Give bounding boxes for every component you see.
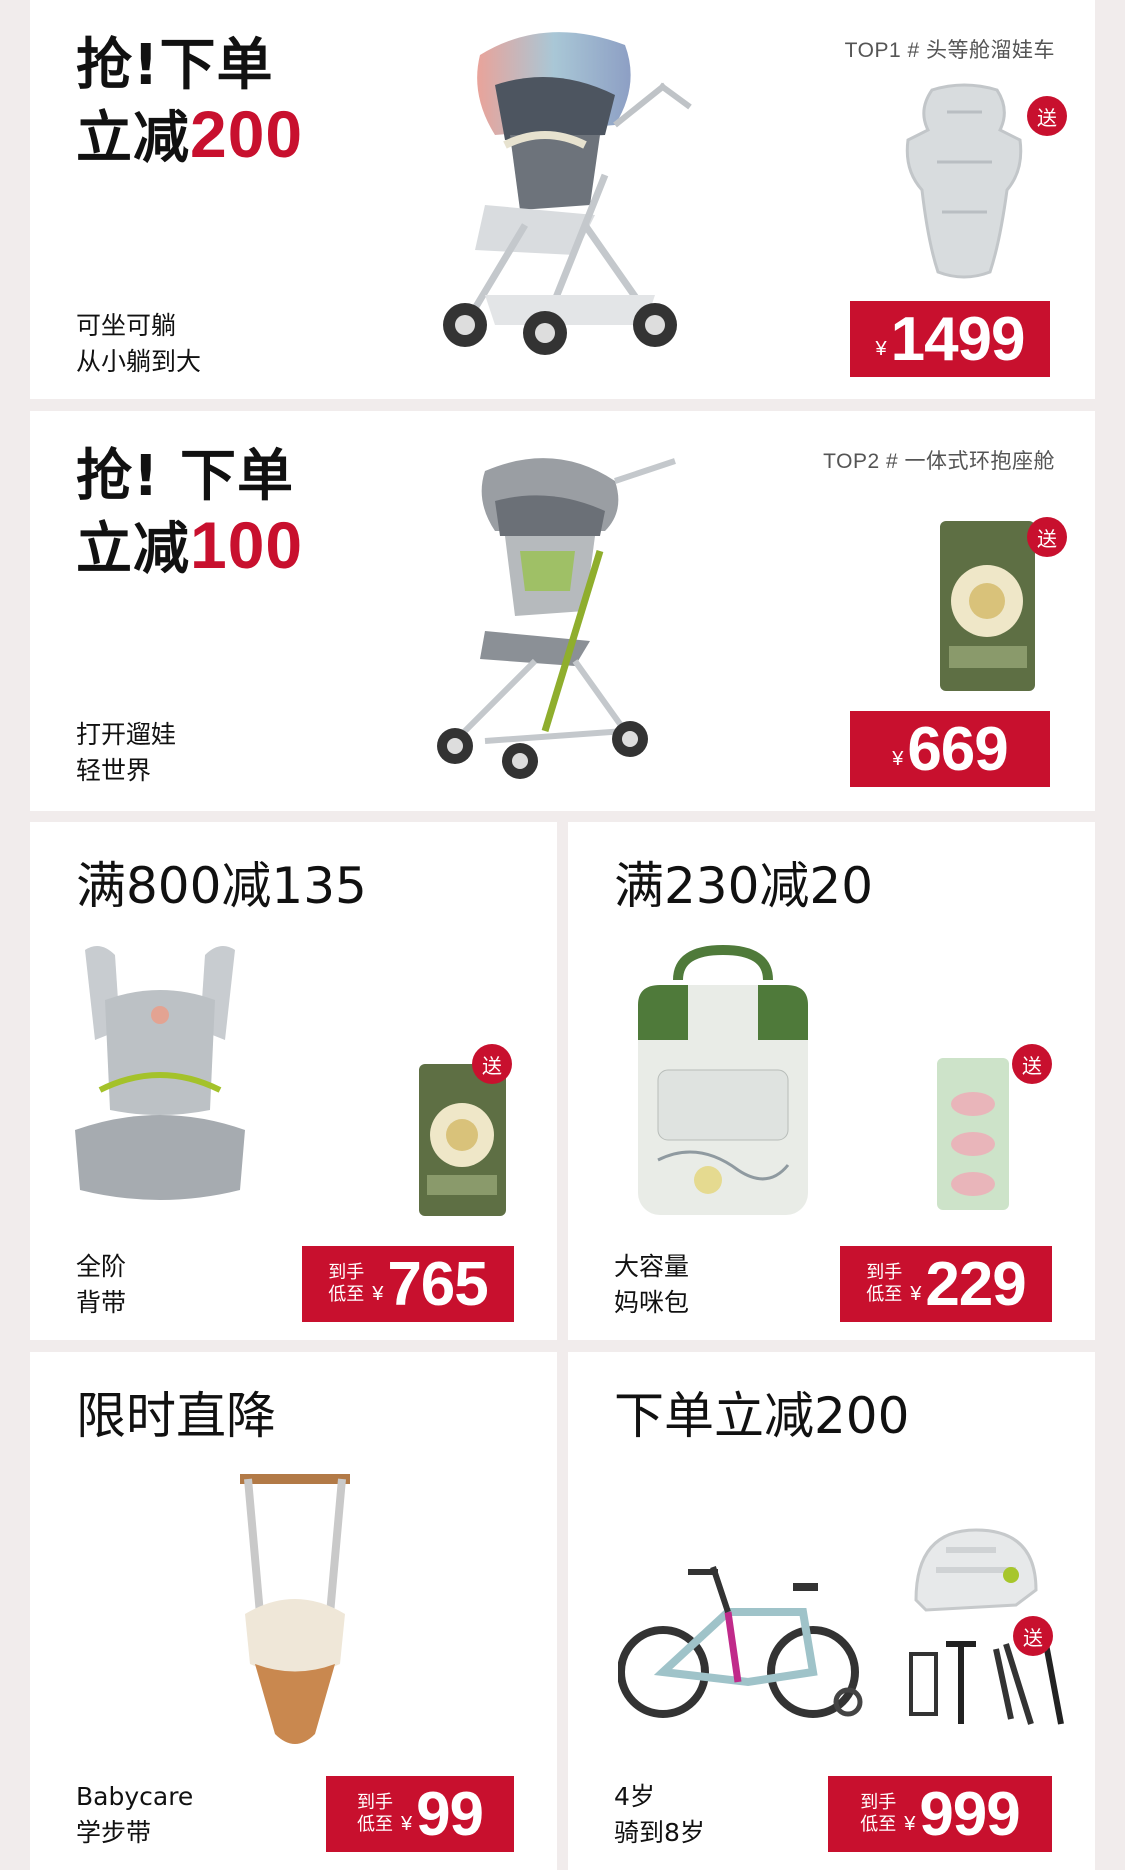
currency-symbol: ¥ bbox=[372, 1282, 384, 1305]
currency-symbol: ¥ bbox=[400, 1812, 413, 1835]
promo-card-stroller-top2[interactable]: 抢! 下单 立减100 TOP2 # 一体式环抱座舱 打开遛娃 轻世界 送 ¥ … bbox=[30, 411, 1095, 811]
desc-line1: 4岁 bbox=[614, 1782, 655, 1811]
desc-line1: Babycare bbox=[76, 1782, 194, 1811]
seat-liner-image bbox=[905, 83, 1023, 279]
price-tag[interactable]: 到手 低至 ¥ 229 bbox=[840, 1246, 1052, 1322]
price-tag[interactable]: 到手 低至 ¥ 999 bbox=[828, 1776, 1052, 1852]
price-prefix-line2: 低至 bbox=[860, 1814, 897, 1835]
rank-tag: TOP2 # 一体式环抱座舱 bbox=[823, 450, 1055, 473]
card-title: 满800减135 bbox=[76, 857, 367, 915]
card-description: 打开遛娃 轻世界 bbox=[76, 717, 176, 789]
desc-line2: 妈咪包 bbox=[614, 1288, 690, 1317]
price-prefix: 到手 低至 bbox=[357, 1792, 393, 1836]
price-prefix: 到手 低至 bbox=[328, 1262, 364, 1306]
card-title: 限时直降 bbox=[76, 1387, 276, 1445]
promo-card-kids-bike[interactable]: 下单立减200 送 4岁 骑到8岁 到手 低至 ¥ 999 bbox=[568, 1352, 1095, 1870]
headline-line2: 立减200 bbox=[76, 100, 303, 173]
card-headline: 抢!下单 立减200 bbox=[76, 32, 303, 173]
headline-discount: 100 bbox=[190, 508, 304, 582]
helmet-image bbox=[914, 1528, 1038, 1612]
card-description: 可坐可躺 从小躺到大 bbox=[76, 308, 201, 380]
price-prefix: 到手 低至 bbox=[860, 1792, 896, 1836]
price-prefix-line1: 到手 bbox=[328, 1262, 365, 1283]
price-value: 669 bbox=[907, 714, 1008, 784]
currency-symbol: ¥ bbox=[892, 747, 904, 770]
light-stroller-image bbox=[437, 458, 676, 779]
desc-line1: 可坐可躺 bbox=[76, 311, 177, 340]
desc-line2: 骑到8岁 bbox=[614, 1818, 705, 1847]
promo-card-diaper-bag[interactable]: 满230减20 送 大容量 妈咪包 到手 低至 ¥ 229 bbox=[568, 822, 1095, 1340]
card-headline: 抢! 下单 立减100 bbox=[76, 443, 303, 584]
gift-badge: 送 bbox=[1027, 517, 1067, 557]
baby-carrier-image bbox=[75, 946, 245, 1200]
desc-line2: 学步带 bbox=[76, 1818, 152, 1847]
card-title: 满230减20 bbox=[614, 857, 874, 915]
desc-line2: 背带 bbox=[76, 1288, 127, 1317]
price-prefix-line1: 到手 bbox=[356, 1792, 393, 1813]
card-title: 下单立减200 bbox=[614, 1387, 910, 1445]
price-value: 229 bbox=[925, 1249, 1026, 1319]
wipes-pack-image bbox=[937, 1058, 1009, 1210]
headline-line1: 抢!下单 bbox=[76, 33, 274, 98]
price-prefix-line2: 低至 bbox=[328, 1284, 365, 1305]
desc-line1: 全阶 bbox=[76, 1252, 127, 1281]
price-tag[interactable]: ¥ 1499 bbox=[850, 301, 1050, 377]
card-description: 大容量 妈咪包 bbox=[614, 1249, 689, 1321]
diaper-pack-image bbox=[940, 521, 1035, 691]
gift-badge: 送 bbox=[1027, 96, 1067, 136]
price-value: 1499 bbox=[890, 304, 1026, 374]
card-description: 4岁 骑到8岁 bbox=[614, 1779, 705, 1851]
promo-card-stroller-top1[interactable]: 抢!下单 立减200 TOP1 # 头等舱溜娃车 可坐可躺 从小躺到大 送 ¥ … bbox=[30, 0, 1095, 399]
gift-badge: 送 bbox=[1012, 1044, 1052, 1084]
headline-line1: 抢! 下单 bbox=[76, 444, 295, 509]
gift-badge: 送 bbox=[1013, 1616, 1053, 1656]
desc-line2: 轻世界 bbox=[76, 756, 152, 785]
currency-symbol: ¥ bbox=[910, 1282, 922, 1305]
rank-tag: TOP1 # 头等舱溜娃车 bbox=[844, 39, 1055, 62]
headline-discount: 200 bbox=[190, 97, 304, 171]
price-value: 99 bbox=[416, 1779, 484, 1849]
price-value: 999 bbox=[919, 1779, 1020, 1849]
walking-harness-image bbox=[240, 1474, 350, 1744]
card-description: Babycare 学步带 bbox=[76, 1779, 193, 1851]
price-value: 765 bbox=[387, 1249, 488, 1319]
diaper-pack-image bbox=[419, 1064, 506, 1216]
desc-line2: 从小躺到大 bbox=[76, 347, 202, 376]
desc-line1: 打开遛娃 bbox=[76, 720, 177, 749]
currency-symbol: ¥ bbox=[904, 1812, 916, 1835]
headline-line2: 立减100 bbox=[76, 511, 303, 584]
diaper-bag-image bbox=[638, 944, 808, 1215]
headline-prefix: 立减 bbox=[76, 517, 190, 582]
currency-symbol: ¥ bbox=[875, 337, 887, 360]
stroller-image bbox=[443, 32, 692, 355]
price-prefix-line1: 到手 bbox=[866, 1262, 903, 1283]
price-tag[interactable]: 到手 低至 ¥ 765 bbox=[302, 1246, 514, 1322]
desc-line1: 大容量 bbox=[614, 1252, 690, 1281]
price-prefix-line2: 低至 bbox=[356, 1814, 393, 1835]
price-prefix-line1: 到手 bbox=[860, 1792, 897, 1813]
price-prefix-line2: 低至 bbox=[866, 1284, 903, 1305]
promo-card-baby-carrier[interactable]: 满800减135 送 全阶 背带 到手 低至 ¥ 765 bbox=[30, 822, 557, 1340]
headline-prefix: 立减 bbox=[76, 106, 190, 171]
kids-bike-image bbox=[618, 1566, 863, 1718]
price-prefix: 到手 低至 bbox=[866, 1262, 902, 1306]
card-description: 全阶 背带 bbox=[76, 1249, 126, 1321]
price-tag[interactable]: 到手 低至 ¥ 99 bbox=[326, 1776, 514, 1852]
promo-card-walking-harness[interactable]: 限时直降 Babycare 学步带 到手 低至 ¥ 99 bbox=[30, 1352, 557, 1870]
gift-badge: 送 bbox=[472, 1044, 512, 1084]
price-tag[interactable]: ¥ 669 bbox=[850, 711, 1050, 787]
